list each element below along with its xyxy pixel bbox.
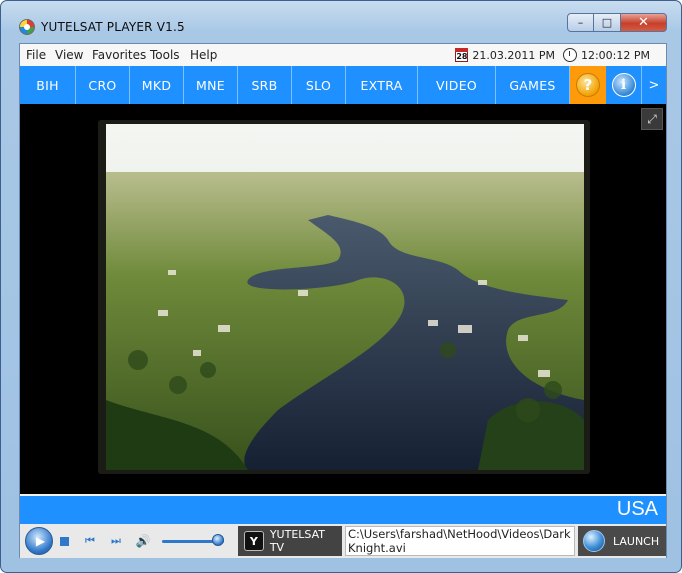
next-icon: ⏭ [111,534,121,547]
menu-file[interactable]: File [26,48,46,62]
expand-icon: ⤢ [647,111,657,126]
menu-help[interactable]: Help [190,48,217,62]
tab-mne[interactable]: MNE [184,66,238,104]
volume-icon: 🔊 [135,534,151,548]
video-frame [98,120,590,474]
menu-view[interactable]: View [55,48,83,62]
tab-cro[interactable]: CRO [76,66,130,104]
play-button[interactable]: ▶ [25,527,53,555]
previous-icon: ⏮ [85,534,95,547]
play-icon: ▶ [35,534,46,548]
fullscreen-button[interactable]: ⤢ [641,108,663,130]
app-logo-icon [19,19,35,35]
region-label: USA [616,498,658,520]
channel-nav: BIH CRO MKD MNE SRB SLO EXTRA VIDEO GAME… [20,66,666,104]
date-text: 21.03.2011 PM [472,48,555,62]
region-bar: USA [20,496,666,524]
next-button[interactable]: ⏭ [108,533,124,549]
player-controls: ▶ ⏮ ⏭ 🔊 Y YUTELSAT TV C:\Users\farshad\N… [20,524,666,558]
more-tabs-button[interactable]: > [642,66,666,104]
video-viewport[interactable]: ⤢ [20,104,666,494]
video-image [106,124,584,470]
menu-favorites[interactable]: Favorites [92,48,146,62]
app-window: YUTELSAT PLAYER V1.5 – □ ✕ File View Fav… [0,0,682,573]
launch-button[interactable]: LAUNCH [578,526,666,556]
window-title: YUTELSAT PLAYER V1.5 [41,20,185,34]
tab-mkd[interactable]: MKD [130,66,184,104]
info-icon: i [611,73,636,97]
close-button[interactable]: ✕ [621,13,667,32]
maximize-button[interactable]: □ [594,13,621,32]
tab-bih[interactable]: BIH [20,66,76,104]
tab-video[interactable]: VIDEO [418,66,496,104]
window-controls: – □ ✕ [567,13,667,33]
info-button[interactable]: i [606,66,642,104]
minimize-button[interactable]: – [567,13,594,32]
menu-tools[interactable]: Tools [150,48,180,62]
time-text: 12:00:12 PM [580,48,650,62]
tab-srb[interactable]: SRB [238,66,292,104]
previous-button[interactable]: ⏮ [82,533,98,549]
tab-games[interactable]: GAMES [496,66,570,104]
stop-button[interactable] [56,533,72,549]
volume-slider-handle[interactable] [211,534,224,546]
client-area: File View Favorites Tools Help 28 21.03.… [19,43,667,558]
globe-icon [583,530,605,552]
tab-extra[interactable]: EXTRA [346,66,418,104]
help-icon: ? [576,73,600,97]
launch-label: LAUNCH [613,534,660,548]
stop-icon [59,536,69,546]
date-time-display: 28 21.03.2011 PM 12:00:12 PM [455,47,650,63]
title-bar[interactable]: YUTELSAT PLAYER V1.5 – □ ✕ [1,1,681,41]
menu-bar: File View Favorites Tools Help 28 21.03.… [20,44,666,66]
help-button[interactable]: ? [570,66,606,104]
calendar-icon: 28 [455,48,469,62]
clock-icon [562,48,577,62]
channel-button[interactable]: Y YUTELSAT TV [238,526,342,556]
yutelsat-logo-icon: Y [244,531,264,551]
file-path-field[interactable]: C:\Users\farshad\NetHood\Videos\Dark Kni… [345,526,575,556]
channel-label: YUTELSAT TV [269,528,325,554]
mute-button[interactable]: 🔊 [135,533,151,549]
tab-slo[interactable]: SLO [292,66,346,104]
